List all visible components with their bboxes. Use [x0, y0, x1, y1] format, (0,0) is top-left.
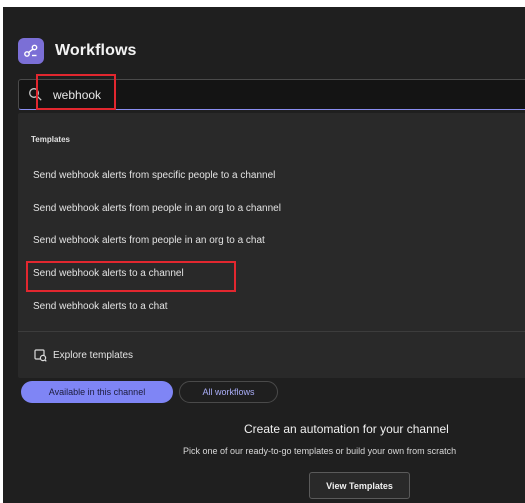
filter-available-in-channel[interactable]: Available in this channel — [21, 381, 173, 403]
workflows-icon — [18, 38, 44, 64]
empty-state-subtitle: Pick one of our ready-to-go templates or… — [183, 446, 457, 456]
template-item[interactable]: Send webhook alerts to a chat — [33, 301, 168, 312]
template-item[interactable]: Send webhook alerts from people in an or… — [33, 235, 265, 246]
view-templates-button[interactable]: View Templates — [309, 472, 410, 499]
template-item[interactable]: Send webhook alerts from people in an or… — [33, 203, 281, 214]
explore-templates-link[interactable]: Explore templates — [34, 349, 133, 362]
app-title: Workflows — [55, 42, 137, 59]
explore-templates-label: Explore templates — [53, 350, 134, 361]
item-highlight-box — [26, 261, 236, 292]
template-item[interactable]: Send webhook alerts from specific people… — [33, 170, 275, 181]
app-header: Workflows — [18, 37, 137, 65]
search-highlight-box — [36, 74, 116, 110]
templates-heading: Templates — [31, 135, 70, 144]
filter-all-workflows[interactable]: All workflows — [179, 381, 278, 403]
empty-state-title: Create an automation for your channel — [244, 422, 449, 436]
workflows-panel: Workflows webhook ✕ Templates Send webho… — [3, 7, 525, 503]
divider — [18, 331, 525, 332]
explore-templates-icon — [34, 349, 47, 362]
search-results-dropdown: Templates Send webhook alerts from speci… — [18, 113, 525, 378]
